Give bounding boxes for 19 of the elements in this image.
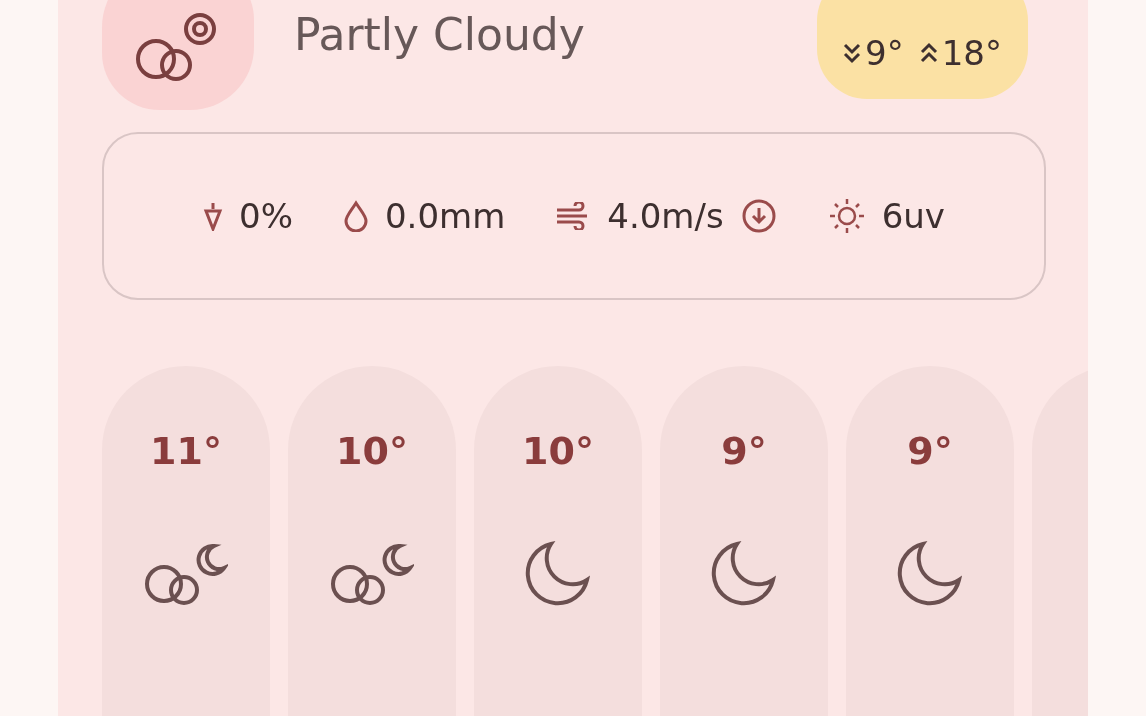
moon-icon: [525, 540, 591, 606]
moon-icon: [711, 540, 777, 606]
stat-value: 4.0m/s: [607, 194, 724, 238]
moon-icon: [897, 540, 963, 606]
hour-temp: 9°: [721, 432, 767, 470]
sun-icon: [827, 197, 866, 235]
hour-temp: 10°: [522, 432, 594, 470]
hour-temp: 10°: [336, 432, 408, 470]
stat-value: 6uv: [881, 194, 945, 238]
hour-temp: 11°: [150, 432, 222, 470]
stat-value: 0%: [239, 194, 293, 238]
high-temp: 18°: [941, 31, 1002, 75]
droplet-icon: [342, 200, 369, 232]
low-temp: 9°: [865, 31, 904, 75]
hour-temp: 9°: [907, 432, 953, 470]
stat-value: 0.0mm: [384, 194, 506, 238]
chevron-up-icon: [919, 42, 938, 64]
condition-text: Partly Cloudy: [294, 8, 585, 62]
chevron-down-icon: [843, 42, 862, 64]
